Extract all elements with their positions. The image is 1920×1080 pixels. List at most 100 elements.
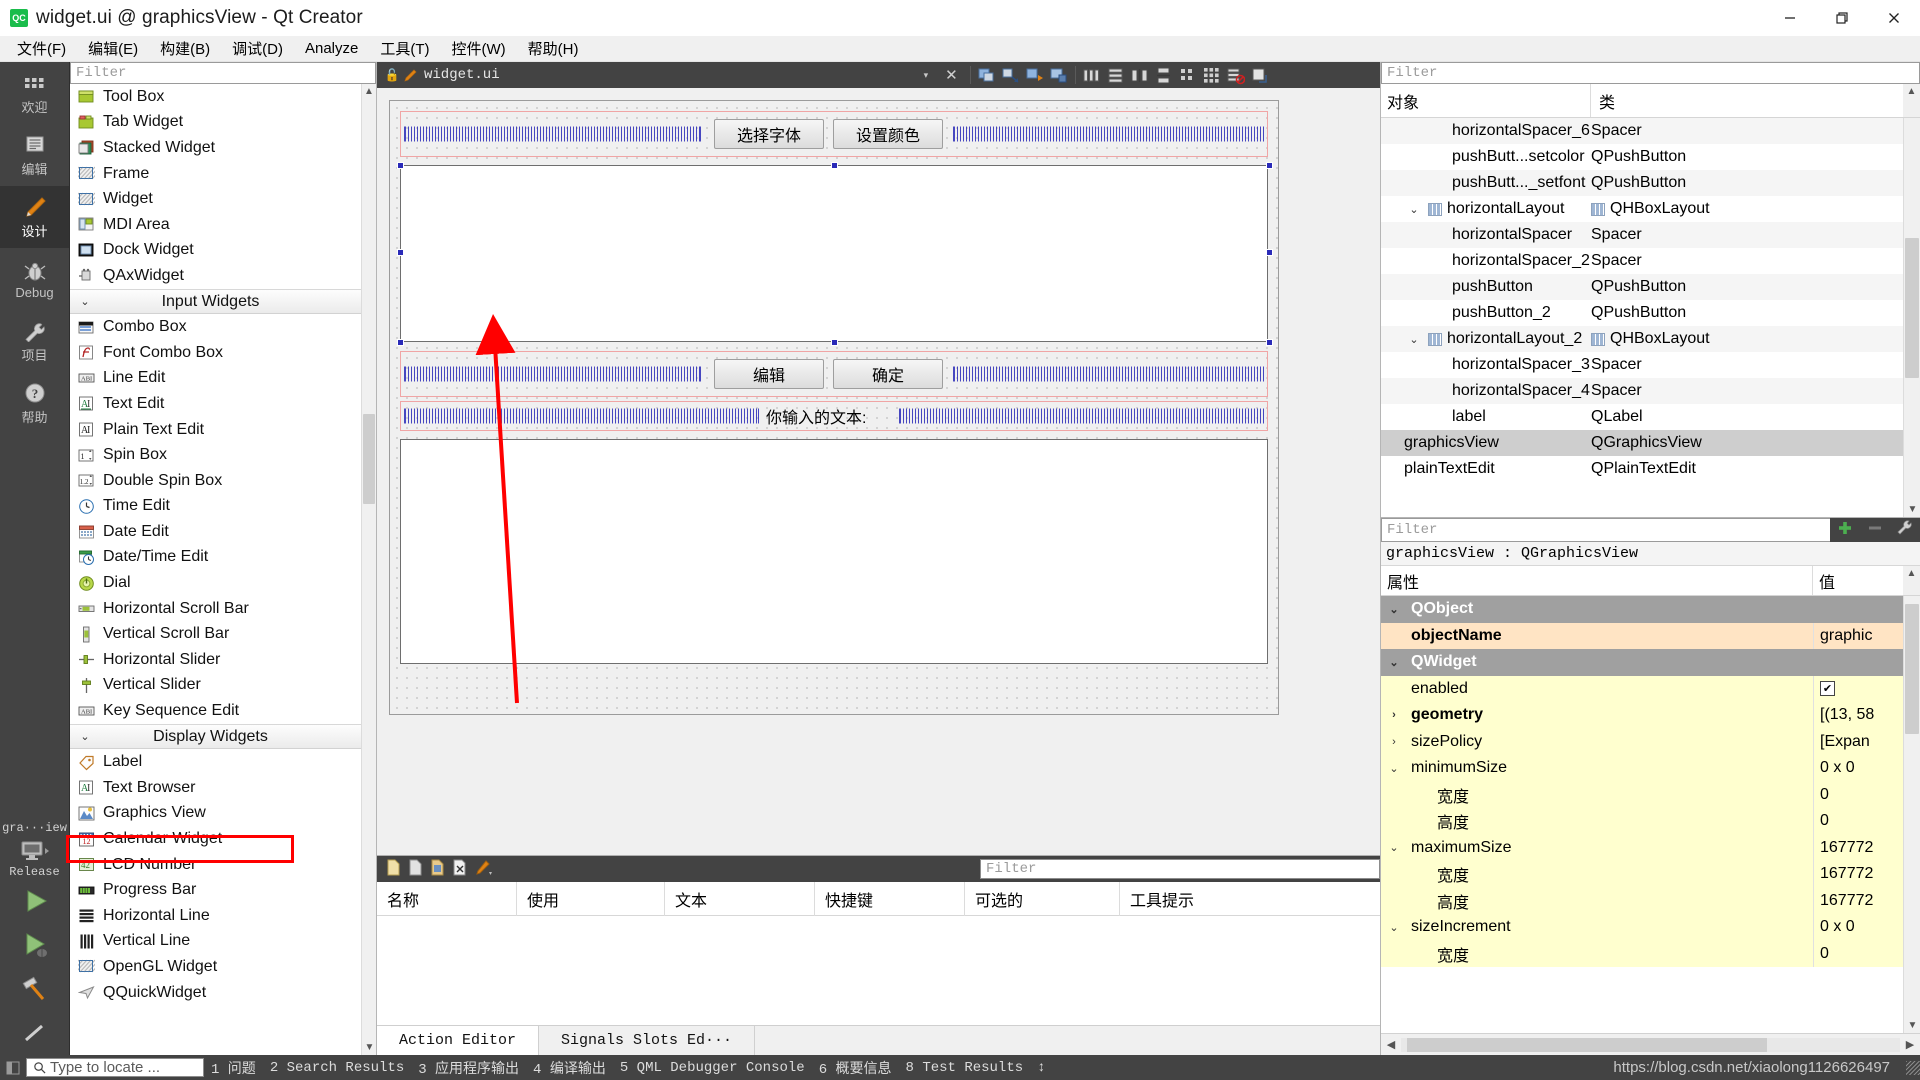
menu-build[interactable]: 构建(B) [149,35,221,62]
object-row[interactable]: horizontalSpacer_2Spacer [1381,248,1903,274]
set-color-button[interactable]: 设置颜色 [833,119,943,149]
layout-form-button[interactable] [1177,64,1199,86]
property-row[interactable]: ⌄minimumSize0 x 0 [1381,755,1903,782]
horizontal-spacer-4[interactable] [899,409,1264,424]
widget-item-double-spin-box[interactable]: 1.2Double Spin Box [70,468,361,494]
close-document-button[interactable]: ✕ [938,66,965,84]
property-value[interactable]: 0 x 0 [1820,759,1855,777]
scroll-left-icon[interactable]: ◀ [1381,1038,1401,1051]
property-row[interactable]: ›sizePolicy[Expan [1381,729,1903,756]
property-value[interactable]: 0 [1820,945,1829,963]
layout-splitter-horizontal-button[interactable] [1129,64,1151,86]
mode-help[interactable]: ? 帮助 [0,372,69,434]
widget-item-graphics-view[interactable]: Graphics View [70,801,361,827]
object-row[interactable]: horizontalSpacer_4Spacer [1381,378,1903,404]
selection-handle[interactable] [831,339,838,346]
object-row[interactable]: pushButton_2QPushButton [1381,300,1903,326]
output-pane-summary[interactable]: 6 概要信息 [812,1058,899,1078]
property-value[interactable]: 0 [1820,786,1829,804]
widget-item-vertical-line[interactable]: Vertical Line [70,929,361,955]
widget-item-dial[interactable]: Dial [70,570,361,596]
menu-debug[interactable]: 调试(D) [221,35,294,62]
widget-item-tab-widget[interactable]: Tab Widget [70,110,361,136]
object-inspector-scroll-up[interactable]: ▲ [1903,84,1920,117]
object-row[interactable]: horizontalSpacerSpacer [1381,222,1903,248]
property-value[interactable]: graphic [1820,627,1872,645]
property-row[interactable]: 高度167772 [1381,888,1903,915]
property-row[interactable]: ⌄QWidget [1381,649,1903,676]
minus-icon[interactable] [1866,519,1884,541]
widget-item-text-browser[interactable]: AIText Browser [70,775,361,801]
minimize-button[interactable] [1764,0,1816,36]
chevron-icon[interactable]: ⌄ [1381,921,1407,934]
widget-item-spin-box[interactable]: 1Spin Box [70,442,361,468]
layout-horizontally-button[interactable] [1081,64,1103,86]
scrollbar-thumb[interactable] [363,414,375,504]
mode-welcome[interactable]: 欢迎 [0,62,69,124]
object-inspector-filter[interactable]: Filter [1381,62,1920,84]
run-button[interactable] [0,879,69,923]
selection-handle[interactable] [1266,339,1273,346]
widget-item-horizontal-slider[interactable]: Horizontal Slider [70,647,361,673]
edit-tab-order-button[interactable] [1048,64,1070,86]
output-pane-issues[interactable]: 1 问题 [204,1058,263,1078]
open-document-selector[interactable]: widget.ui [403,67,500,83]
layout-row-editconfirm[interactable]: 编辑 确定 [400,351,1268,397]
scroll-up-icon[interactable]: ▲ [362,84,376,99]
mode-design[interactable]: 设计 [0,186,69,248]
object-row[interactable]: pushButt...setcolorQPushButton [1381,144,1903,170]
widget-item-horizontal-line[interactable]: Horizontal Line [70,903,361,929]
horizontal-spacer-3[interactable] [404,409,759,424]
object-row[interactable]: pushButt..._setfontQPushButton [1381,170,1903,196]
enabled-checkbox[interactable]: ✔ [1820,681,1835,696]
widget-item-mdi-area[interactable]: MDI Area [70,212,361,238]
build-button[interactable] [0,967,69,1011]
scrollbar-thumb[interactable] [1905,238,1919,378]
col-class[interactable]: 类 [1591,84,1903,117]
edit-button[interactable]: 编辑 [714,359,824,389]
property-value[interactable]: 0 [1820,812,1829,830]
object-row[interactable]: labelQLabel [1381,404,1903,430]
new-action-button[interactable] [385,858,402,881]
resize-grip[interactable] [1906,1061,1920,1075]
chevron-icon[interactable]: › [1381,709,1407,721]
output-pane-search[interactable]: 2 Search Results [263,1060,411,1076]
edit-signals-slots-button[interactable] [1000,64,1022,86]
layout-row-fontcolor[interactable]: 选择字体 设置颜色 [400,111,1268,157]
object-row[interactable]: plainTextEditQPlainTextEdit [1381,456,1903,482]
action-editor-body[interactable] [377,916,1380,1025]
col-text[interactable]: 文本 [665,882,815,916]
widget-item-progress-bar[interactable]: Progress Bar [70,877,361,903]
property-row[interactable]: 宽度0 [1381,782,1903,809]
object-row[interactable]: horizontalSpacer_6Spacer [1381,118,1903,144]
widget-item-stacked-widget[interactable]: Stacked Widget [70,135,361,161]
object-row[interactable]: pushButtonQPushButton [1381,274,1903,300]
property-editor-scrollbar[interactable]: ▼ [1903,596,1920,1033]
horizontal-spacer-1[interactable] [404,367,701,382]
object-row[interactable]: horizontalSpacer_3Spacer [1381,352,1903,378]
output-pane-updown-icon[interactable]: ↕ [1030,1060,1052,1076]
widget-box-list[interactable]: Tool BoxTab WidgetStacked WidgetFrameWid… [70,84,361,1055]
scroll-right-icon[interactable]: ▶ [1900,1038,1920,1051]
widget-item-vertical-scroll-bar[interactable]: Vertical Scroll Bar [70,621,361,647]
property-value[interactable]: 167772 [1820,865,1873,883]
col-property[interactable]: 属性 [1381,566,1813,595]
tab-signals-slots-editor[interactable]: Signals Slots Ed··· [539,1026,755,1055]
selection-handle[interactable] [397,162,404,169]
layout-vertically-button[interactable] [1105,64,1127,86]
plus-icon[interactable] [1836,519,1854,541]
mode-debug[interactable]: Debug [0,248,69,310]
object-inspector-scrollbar[interactable]: ▼ [1903,118,1920,517]
col-value[interactable]: 值 [1813,566,1903,595]
edit-buddies-button[interactable] [1024,64,1046,86]
chevron-icon[interactable]: ⌄ [1381,603,1407,616]
scroll-up-icon[interactable]: ▲ [1903,84,1920,99]
widget-item-horizontal-scroll-bar[interactable]: Horizontal Scroll Bar [70,596,361,622]
selection-handle[interactable] [397,339,404,346]
widget-item-qquickwidget[interactable]: QQuickWidget [70,980,361,1006]
layout-row-label[interactable]: 你输入的文本: [400,401,1268,431]
chevron-icon[interactable]: ⌄ [1381,762,1407,775]
widget-item-time-edit[interactable]: Time Edit [70,494,361,520]
toggle-sidebar-button[interactable] [0,1061,26,1075]
tab-action-editor[interactable]: Action Editor [377,1026,539,1055]
